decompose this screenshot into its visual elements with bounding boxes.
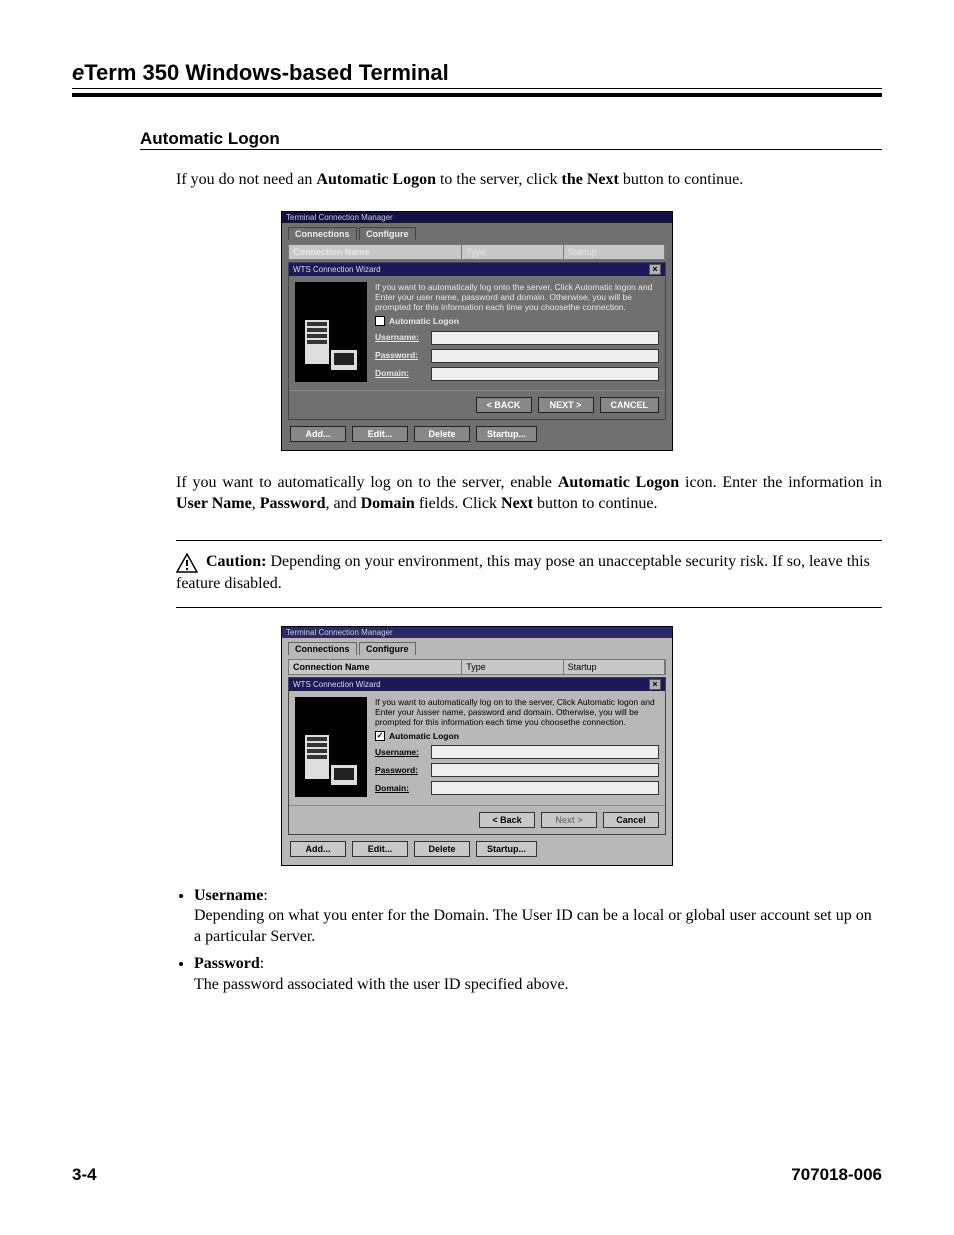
- col-type: Type: [462, 245, 563, 259]
- wizard-dialog: WTS Connection Wizard ×: [288, 677, 666, 835]
- caution-block: Caution: Depending on your environment, …: [176, 540, 882, 607]
- startup-button[interactable]: Startup...: [476, 426, 537, 442]
- add-button[interactable]: Add...: [290, 841, 346, 857]
- password-item-label: Password: [194, 955, 260, 972]
- password-item-text: The password associated with the user ID…: [194, 976, 569, 993]
- window-titlebar: Terminal Connection Manager: [282, 212, 672, 223]
- automatic-logon-label: Automatic Logon: [389, 316, 459, 326]
- password-input[interactable]: [431, 763, 659, 777]
- tab-connections[interactable]: Connections: [288, 227, 357, 240]
- username-label: Username:: [375, 332, 427, 342]
- automatic-logon-checkbox[interactable]: [375, 316, 385, 326]
- window-titlebar: Terminal Connection Manager: [282, 627, 672, 638]
- next-button[interactable]: NEXT >: [538, 397, 594, 413]
- page-header: eTerm 350 Windows-based Terminal: [72, 60, 882, 97]
- add-button[interactable]: Add...: [290, 426, 346, 442]
- intro-paragraph-1: If you do not need an Automatic Logon to…: [176, 170, 882, 191]
- cancel-button[interactable]: Cancel: [603, 812, 659, 828]
- startup-button[interactable]: Startup...: [476, 841, 537, 857]
- back-button[interactable]: < Back: [479, 812, 535, 828]
- cancel-button[interactable]: CANCEL: [600, 397, 660, 413]
- doc-number: 707018-006: [791, 1165, 882, 1185]
- wizard-title: WTS Connection Wizard: [293, 265, 381, 274]
- col-connection-name: Connection Name: [289, 660, 462, 674]
- header-prefix: e: [72, 60, 84, 85]
- col-type: Type: [462, 660, 563, 674]
- connections-table-header: Connection Name Type Startup: [288, 244, 666, 260]
- edit-button[interactable]: Edit...: [352, 841, 408, 857]
- wizard-instruction: If you want to automatically log onto th…: [375, 282, 659, 313]
- wizard-graphic: [295, 282, 367, 382]
- delete-button[interactable]: Delete: [414, 841, 470, 857]
- automatic-logon-checkbox[interactable]: ✓: [375, 731, 385, 741]
- automatic-logon-label: Automatic Logon: [389, 731, 459, 741]
- password-input[interactable]: [431, 349, 659, 363]
- wizard-dialog: WTS Connection Wizard ×: [288, 262, 666, 420]
- next-button[interactable]: Next >: [541, 812, 597, 828]
- tab-configure[interactable]: Configure: [359, 642, 416, 655]
- col-connection-name: Connection Name: [289, 245, 462, 259]
- tab-connections[interactable]: Connections: [288, 642, 357, 655]
- tab-configure[interactable]: Configure: [359, 227, 416, 240]
- field-list: Username: Depending on what you enter fo…: [176, 886, 882, 1002]
- list-item: Password: The password associated with t…: [194, 954, 882, 996]
- col-startup: Startup: [564, 660, 665, 674]
- back-button[interactable]: < BACK: [476, 397, 532, 413]
- delete-button[interactable]: Delete: [414, 426, 470, 442]
- username-input[interactable]: [431, 331, 659, 345]
- domain-input[interactable]: [431, 781, 659, 795]
- col-startup: Startup: [564, 245, 665, 259]
- username-item-text: Depending on what you enter for the Doma…: [194, 907, 872, 945]
- caution-label: Caution:: [206, 553, 266, 570]
- caution-icon: [176, 553, 198, 573]
- intro-paragraph-2: If you want to automatically log on to t…: [176, 473, 882, 515]
- screenshot-2: Terminal Connection Manager Connections …: [281, 626, 673, 866]
- section-heading: Automatic Logon: [140, 129, 882, 150]
- list-item: Username: Depending on what you enter fo…: [194, 886, 882, 948]
- wizard-instruction: If you want to automatically log on to t…: [375, 697, 659, 728]
- password-label: Password:: [375, 350, 427, 360]
- screenshot-1: Terminal Connection Manager Connections …: [281, 211, 673, 451]
- domain-label: Domain:: [375, 368, 427, 378]
- username-label: Username:: [375, 747, 427, 757]
- edit-button[interactable]: Edit...: [352, 426, 408, 442]
- caution-text: Depending on your environment, this may …: [176, 553, 870, 592]
- domain-input[interactable]: [431, 367, 659, 381]
- username-item-label: Username: [194, 887, 263, 904]
- domain-label: Domain:: [375, 783, 427, 793]
- password-label: Password:: [375, 765, 427, 775]
- connections-table-header: Connection Name Type Startup: [288, 659, 666, 675]
- page-number: 3-4: [72, 1165, 97, 1185]
- close-icon[interactable]: ×: [649, 264, 661, 275]
- header-title: Term 350 Windows-based Terminal: [84, 60, 449, 85]
- tabs: Connections Configure: [288, 227, 666, 240]
- close-icon[interactable]: ×: [649, 679, 661, 690]
- wizard-graphic: [295, 697, 367, 797]
- wizard-title: WTS Connection Wizard: [293, 680, 381, 689]
- username-input[interactable]: [431, 745, 659, 759]
- tabs: Connections Configure: [288, 642, 666, 655]
- page-footer: 3-4 707018-006: [72, 1135, 882, 1185]
